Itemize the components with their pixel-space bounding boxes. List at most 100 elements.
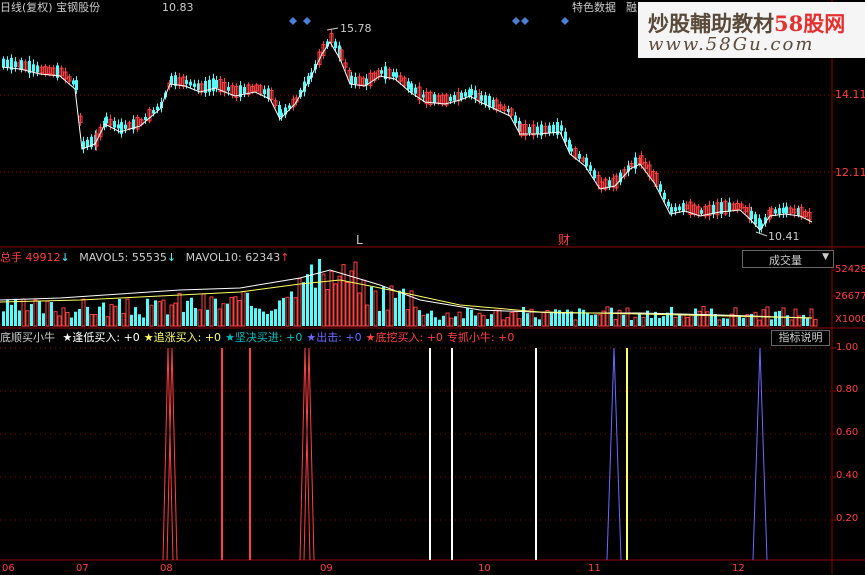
volume-bar [209,296,214,327]
indicator-select-value: 成交量 [769,254,802,267]
candle-body [674,207,677,212]
candle-body [663,192,666,200]
signal-spike [606,347,622,561]
volume-bar [457,311,462,327]
volume-bar [638,313,641,326]
volume-bar [641,316,646,327]
event-marker-finance[interactable]: 财 [558,234,570,247]
volume-bar [517,318,522,327]
candle-body [754,214,757,225]
candle-body [407,81,410,90]
volume-bar [466,307,469,326]
volume-bar [590,315,593,326]
volume-bar [262,311,265,326]
signal-spike [752,347,768,561]
volume-bar [182,311,185,326]
margin-tab[interactable]: 融 [626,1,637,14]
price-axis-label: 14.11 [835,88,865,101]
total-value: 49912 [25,251,61,264]
volume-bar [310,264,313,326]
volume-bar [625,307,630,327]
candle-body [170,76,173,84]
candle-body [117,124,120,129]
candle-body [354,77,357,84]
volume-bar [550,311,553,326]
volume-bar [161,299,166,327]
volume-bar [658,318,661,326]
volume-bar [742,317,745,326]
indicator-item: ★逢低买入: +0 [62,331,140,344]
volume-bar [278,300,281,326]
volume-bar [25,310,30,327]
volume-bar [534,317,537,326]
volume-bar [86,306,89,326]
volume-bar [10,304,13,326]
candle-body [785,206,788,214]
volume-bar [81,298,86,327]
x-axis-label: 10 [478,563,491,574]
volume-bar [562,313,565,326]
volume-bar [306,274,309,326]
mavol10-value: 62343 [245,251,281,264]
volume-bar [733,307,738,327]
volume-bar [509,311,514,327]
volume-bar [194,307,197,326]
candle-body [700,210,703,214]
volume-bar [206,309,209,326]
volume-legend: 总手 49912↓ MAVOL5: 55535↓ MAVOL10: 62343↑ [0,251,289,264]
volume-bar [118,298,121,326]
indicator-axis-label: 0.40 [836,470,859,481]
candle-body [185,80,188,84]
indicator-axis-label: 0.20 [836,513,859,524]
candle-body [392,72,395,77]
volume-bar [413,306,418,327]
indicator-select[interactable]: 成交量 ▼ [742,250,834,268]
feature-data-tab[interactable]: 特色数据 [572,1,616,14]
volume-bar [102,302,105,326]
volume-bar [105,316,110,327]
volume-bar [318,259,321,326]
volume-bar [149,304,154,327]
candle-body [193,83,196,87]
candle-body [105,116,108,124]
signal-diamond-icon [303,17,311,25]
volume-bar [250,305,253,326]
volume-bar [297,278,302,327]
volume-bar [266,313,269,326]
volume-bar [65,311,70,327]
window-title: 日线(复权) 宝钢股份 [0,1,101,14]
volume-bar [449,317,454,327]
volume-bar [166,314,169,326]
candle-body [548,125,551,133]
indicator-help-button[interactable]: 指标说明 [771,330,830,346]
candle-body [414,87,417,94]
volume-bar [522,306,525,326]
candle-body [395,72,398,78]
volume-bar [246,292,249,326]
volume-bar [361,279,366,327]
volume-bar [30,304,33,326]
volume-bar [753,311,758,327]
candle-body [484,95,487,105]
x-axis-label: 08 [160,563,173,574]
candle-body [410,83,413,93]
volume-bar [789,319,794,327]
volume-bar [226,303,229,326]
volume-bar [586,312,589,326]
volume-bar [513,311,518,327]
volume-bar [650,317,653,326]
volume-bar [421,314,426,327]
candle-body [774,209,777,214]
total-label: 总手 [0,251,22,264]
candle-body [552,124,555,133]
volume-bar [681,314,686,327]
volume-bar [353,261,358,327]
volume-bar [722,318,725,326]
volume-bar [113,305,118,327]
volume-bar [274,309,277,326]
volume-bar [337,275,342,327]
candle-body [113,120,116,128]
event-marker-l[interactable]: L [356,234,363,247]
volume-bar [761,309,766,327]
volume-bar [33,299,38,327]
